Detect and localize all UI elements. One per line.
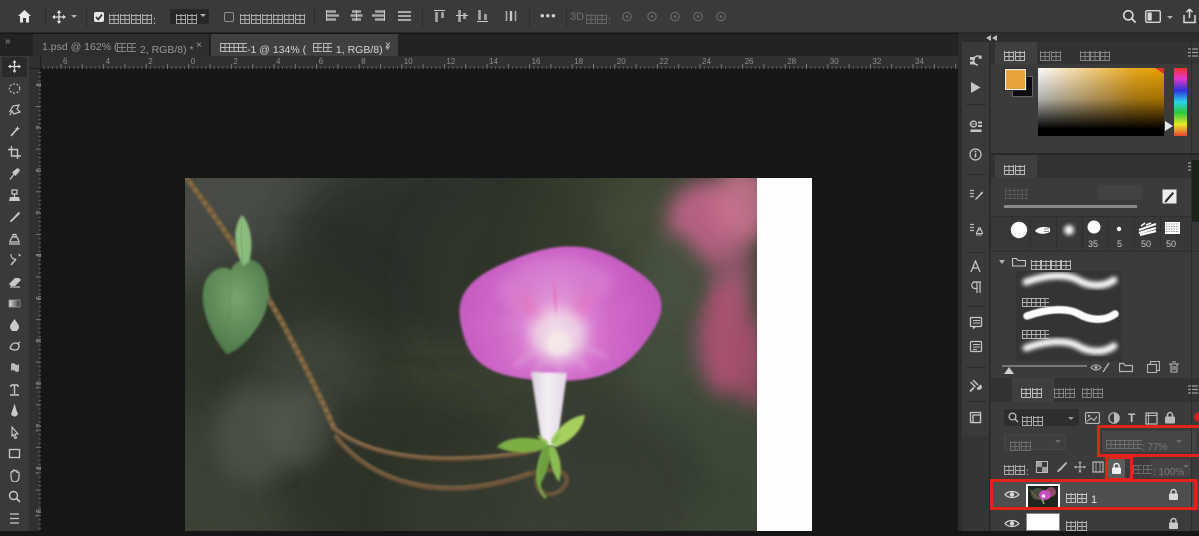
svg-text:10: 10 [35,380,41,389]
svg-text:14: 14 [489,57,498,66]
svg-text:0: 0 [35,167,41,172]
svg-text:22: 22 [659,57,668,66]
svg-text:6: 6 [63,57,68,66]
svg-text:12: 12 [35,423,41,432]
svg-text:6: 6 [319,57,324,66]
svg-text:20: 20 [617,57,626,66]
svg-text:24: 24 [702,57,711,66]
svg-text:4: 4 [35,82,41,87]
svg-text:12: 12 [446,57,455,66]
svg-text:34: 34 [915,57,924,66]
svg-text:4: 4 [35,253,41,258]
svg-text:28: 28 [787,57,796,66]
svg-text:0: 0 [191,57,196,66]
svg-text:4: 4 [106,57,111,66]
svg-text:8: 8 [361,57,366,66]
svg-text:2: 2 [233,57,238,66]
svg-text:14: 14 [35,466,41,475]
svg-text:30: 30 [830,57,839,66]
svg-text:2: 2 [35,125,41,130]
svg-text:26: 26 [745,57,754,66]
svg-text:32: 32 [872,57,881,66]
svg-text:8: 8 [35,338,41,343]
svg-text:6: 6 [35,295,41,300]
svg-text:10: 10 [404,57,413,66]
svg-text:16: 16 [35,508,41,517]
svg-text:16: 16 [532,57,541,66]
svg-text:2: 2 [148,57,153,66]
svg-text:2: 2 [35,210,41,215]
svg-text:18: 18 [574,57,583,66]
svg-text:4: 4 [276,57,281,66]
